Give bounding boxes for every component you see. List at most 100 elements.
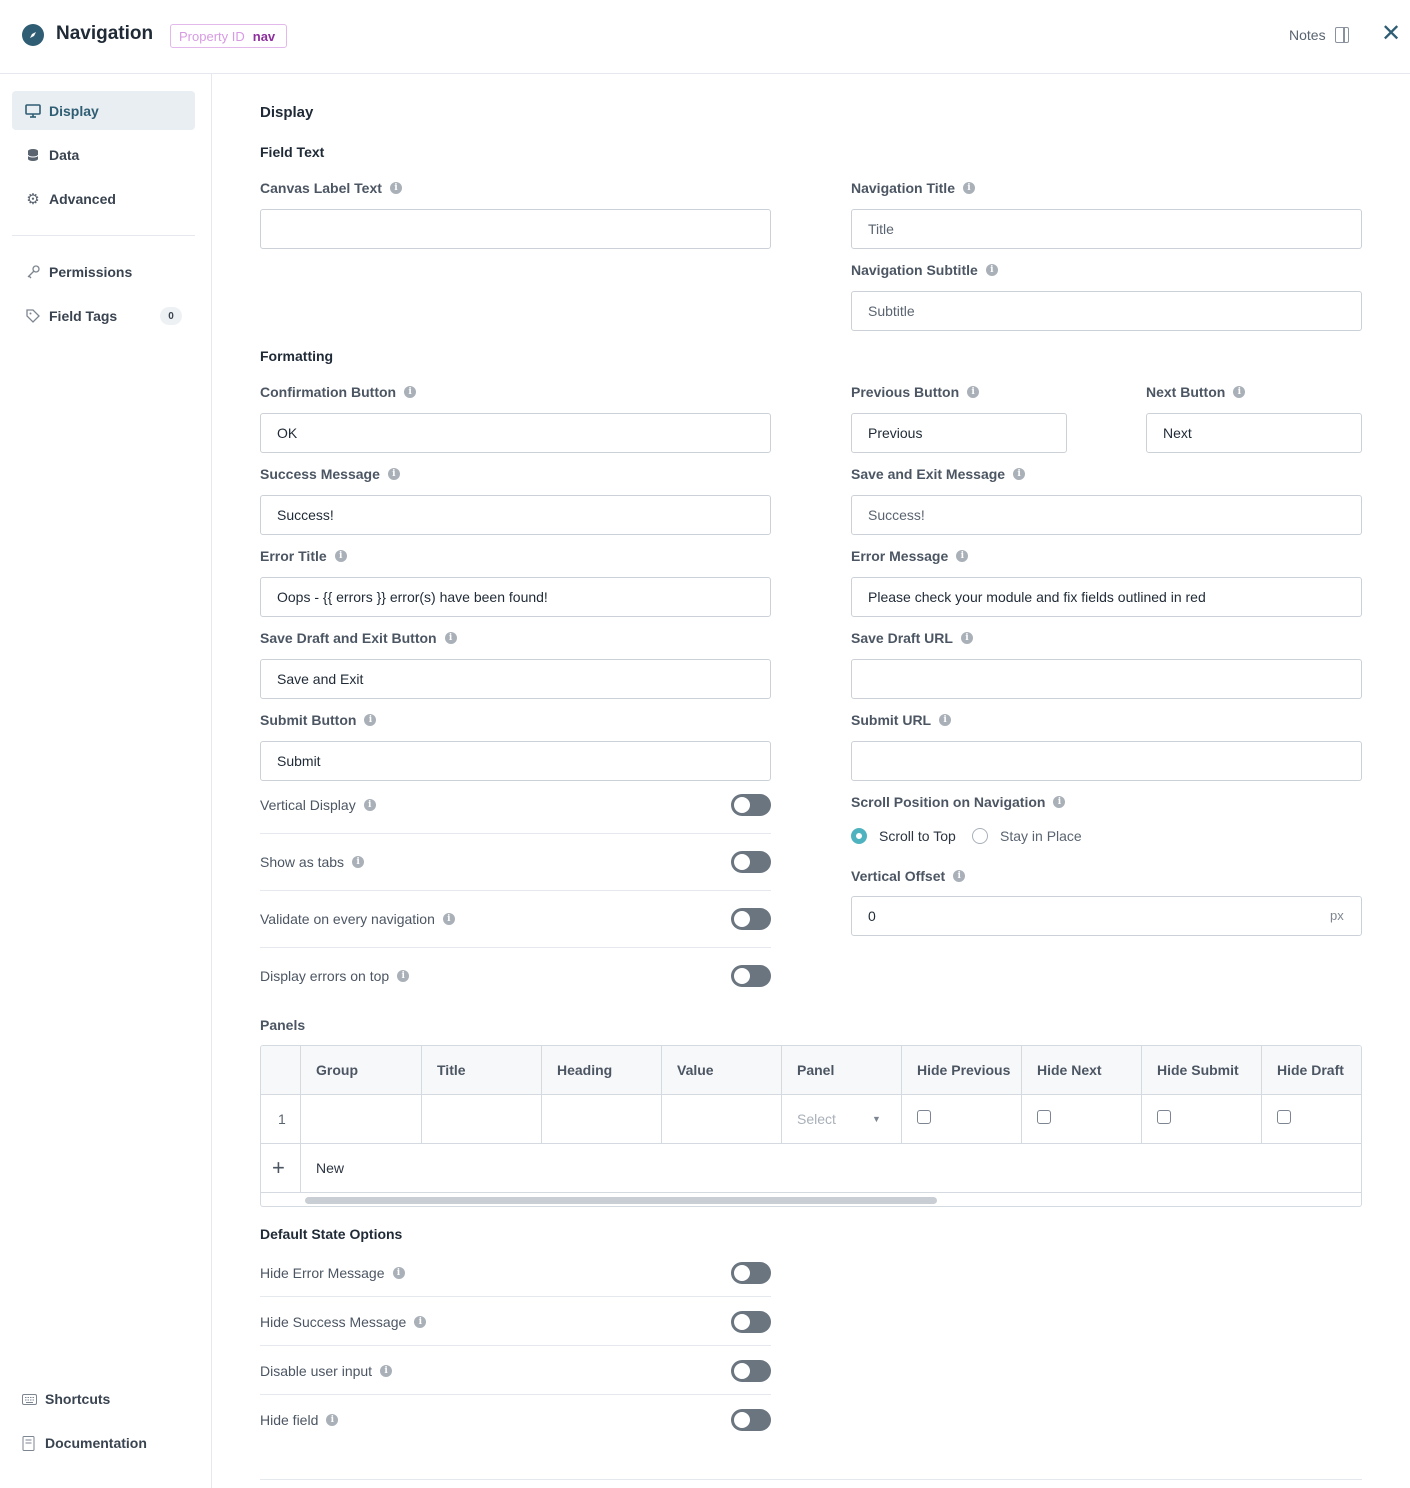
hide-success-message-toggle[interactable] [731, 1311, 771, 1333]
info-icon[interactable]: i [1013, 468, 1026, 480]
info-icon[interactable]: i [363, 799, 376, 811]
validate-navigation-toggle[interactable] [731, 908, 771, 930]
sidebar-item-data[interactable]: Data [12, 135, 195, 174]
canvas-label-text-input[interactable] [260, 209, 771, 249]
sidebar-shortcuts[interactable]: Shortcuts [22, 1391, 110, 1407]
cell-heading[interactable] [541, 1095, 661, 1143]
save-exit-message-input[interactable] [851, 495, 1362, 535]
header-bar: Navigation Property ID nav Notes ✕ [0, 0, 1410, 74]
info-icon[interactable]: i [444, 632, 457, 644]
column-header-heading[interactable]: Heading [541, 1046, 661, 1094]
divider [260, 1296, 771, 1297]
column-header-title[interactable]: Title [421, 1046, 541, 1094]
close-icon[interactable]: ✕ [1381, 22, 1401, 46]
info-icon[interactable]: i [334, 550, 347, 562]
hide-previous-checkbox[interactable] [917, 1110, 931, 1124]
info-icon[interactable]: i [442, 913, 455, 925]
display-errors-top-label: Display errors on top i [260, 968, 410, 984]
save-draft-url-input[interactable] [851, 659, 1362, 699]
info-icon[interactable]: i [364, 714, 377, 726]
hide-error-message-toggle[interactable] [731, 1262, 771, 1284]
next-button-input[interactable] [1146, 413, 1362, 453]
compass-icon [22, 24, 44, 46]
notes-label: Notes [1289, 27, 1326, 43]
divider [260, 833, 771, 834]
info-icon[interactable]: i [962, 182, 975, 194]
disable-user-input-toggle[interactable] [731, 1360, 771, 1382]
new-row-label[interactable]: New [300, 1144, 1361, 1192]
hide-draft-checkbox[interactable] [1277, 1110, 1291, 1124]
stay-in-place-radio[interactable] [972, 828, 988, 844]
info-icon[interactable]: i [404, 386, 417, 398]
info-icon[interactable]: i [967, 386, 980, 398]
submit-button-input[interactable] [260, 741, 771, 781]
confirmation-button-input[interactable] [260, 413, 771, 453]
column-header-value[interactable]: Value [661, 1046, 781, 1094]
panel-select[interactable]: Select ▼ [781, 1095, 901, 1143]
cell-title[interactable] [421, 1095, 541, 1143]
sidebar-item-permissions[interactable]: Permissions [12, 252, 195, 291]
info-icon[interactable]: i [939, 714, 952, 726]
show-as-tabs-toggle[interactable] [731, 851, 771, 873]
info-icon[interactable]: i [392, 1267, 405, 1279]
column-header-group[interactable]: Group [300, 1046, 421, 1094]
shortcuts-label: Shortcuts [45, 1391, 111, 1407]
field-tags-count: 0 [160, 307, 182, 325]
display-errors-top-toggle[interactable] [731, 965, 771, 987]
sidebar-item-advanced[interactable]: ⚙ Advanced [12, 179, 195, 218]
stay-in-place-label[interactable]: Stay in Place [1000, 828, 1082, 844]
previous-button-input[interactable] [851, 413, 1067, 453]
scroll-to-top-label[interactable]: Scroll to Top [879, 828, 956, 844]
info-icon[interactable]: i [326, 1414, 339, 1426]
sidebar: Display Data ⚙ Advanced Permissions Fiel… [0, 74, 212, 1488]
info-icon[interactable]: i [414, 1316, 427, 1328]
hide-field-toggle[interactable] [731, 1409, 771, 1431]
cell-group[interactable] [300, 1095, 421, 1143]
vertical-display-label: Vertical Display i [260, 797, 376, 813]
chevron-down-icon: ▼ [872, 1114, 881, 1124]
info-icon[interactable]: i [1053, 796, 1066, 808]
column-header-hide-previous[interactable]: Hide Previous [901, 1046, 1021, 1094]
hide-next-checkbox[interactable] [1037, 1110, 1051, 1124]
cell-value[interactable] [661, 1095, 781, 1143]
error-title-input[interactable] [260, 577, 771, 617]
property-id-value: nav [252, 28, 276, 44]
next-button-label: Next Button i [1146, 384, 1246, 400]
table-row: 1 Select ▼ [261, 1095, 1361, 1144]
info-icon[interactable]: i [352, 856, 365, 868]
sidebar-item-display[interactable]: Display [12, 91, 195, 130]
hide-submit-checkbox[interactable] [1157, 1110, 1171, 1124]
info-icon[interactable]: i [985, 264, 998, 276]
column-header-hide-draft[interactable]: Hide Draft [1261, 1046, 1361, 1094]
save-draft-button-input[interactable] [260, 659, 771, 699]
submit-url-input[interactable] [851, 741, 1362, 781]
notes-toggle[interactable]: Notes [1289, 27, 1349, 43]
column-header-hide-submit[interactable]: Hide Submit [1141, 1046, 1261, 1094]
sidebar-item-field-tags[interactable]: Field Tags 0 [12, 296, 195, 335]
info-icon[interactable]: i [389, 182, 402, 194]
navigation-title-input[interactable] [851, 209, 1362, 249]
vertical-display-toggle[interactable] [731, 794, 771, 816]
main-panel: Display Field Text Canvas Label Text i Na… [212, 74, 1410, 1488]
add-row[interactable]: + New [261, 1144, 1361, 1193]
canvas-label-text-label: Canvas Label Text i [260, 180, 402, 196]
info-icon[interactable]: i [953, 870, 966, 882]
info-icon[interactable]: i [1233, 386, 1246, 398]
vertical-offset-input[interactable] [851, 896, 1362, 936]
info-icon[interactable]: i [960, 632, 973, 644]
column-header-hide-next[interactable]: Hide Next [1021, 1046, 1141, 1094]
info-icon[interactable]: i [387, 468, 400, 480]
navigation-subtitle-input[interactable] [851, 291, 1362, 331]
property-id-badge[interactable]: Property ID nav [170, 24, 288, 48]
scroll-to-top-radio[interactable] [851, 828, 867, 844]
plus-icon[interactable]: + [261, 1144, 300, 1192]
info-icon[interactable]: i [956, 550, 969, 562]
success-message-input[interactable] [260, 495, 771, 535]
info-icon[interactable]: i [380, 1365, 393, 1377]
column-header-panel[interactable]: Panel [781, 1046, 901, 1094]
sidebar-documentation[interactable]: Documentation [22, 1435, 147, 1451]
horizontal-scrollbar[interactable] [305, 1197, 937, 1204]
info-icon[interactable]: i [397, 970, 410, 982]
cell-hide-draft [1261, 1095, 1361, 1143]
error-message-input[interactable] [851, 577, 1362, 617]
